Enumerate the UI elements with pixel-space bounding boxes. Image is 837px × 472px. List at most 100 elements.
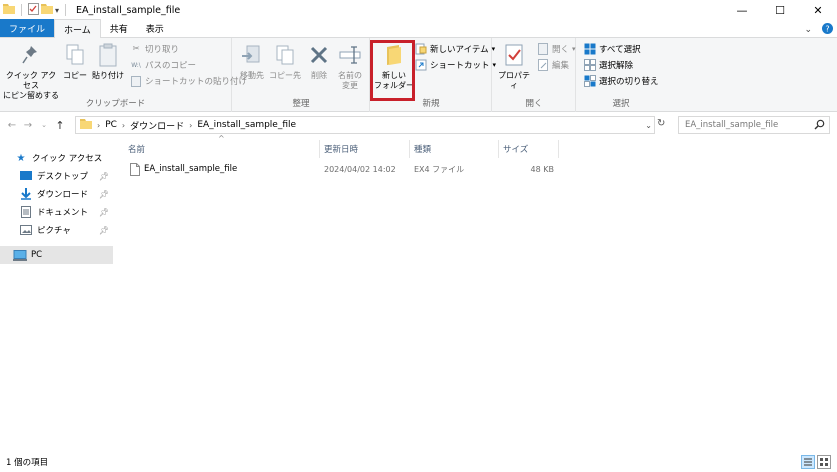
- invert-selection-button[interactable]: 選択の切り替え: [584, 74, 659, 88]
- select-none-label: 選択解除: [599, 61, 634, 71]
- pin-icon[interactable]: 📌︎: [99, 172, 109, 181]
- folder-icon: [80, 118, 92, 132]
- column-header-name[interactable]: 名前: [114, 140, 320, 158]
- new-item-label: 新しいアイテム: [430, 45, 489, 55]
- nav-pc-label: PC: [31, 250, 43, 260]
- refresh-icon[interactable]: ↻: [657, 118, 665, 129]
- select-none-button[interactable]: 選択解除: [584, 58, 633, 72]
- column-header-date[interactable]: 更新日時: [320, 140, 410, 158]
- column-type-label: 種類: [414, 145, 432, 155]
- recent-dropdown-icon[interactable]: ⌄: [36, 121, 52, 129]
- pin-icon[interactable]: 📌︎: [99, 226, 109, 235]
- properties-label: プロパティ: [498, 71, 530, 90]
- download-icon: [19, 188, 33, 200]
- large-icons-view-icon[interactable]: [817, 455, 831, 469]
- rename-button[interactable]: 名前の 変更: [335, 42, 365, 91]
- up-arrow-icon[interactable]: ↑: [52, 119, 68, 132]
- address-row: ← → ⌄ ↑ › PC › ダウンロード › EA_install_sampl…: [0, 114, 837, 136]
- file-type: EX4 ファイル: [414, 164, 465, 174]
- select-none-icon: [584, 59, 596, 71]
- close-button[interactable]: ✕: [799, 0, 837, 20]
- invert-selection-icon: [584, 75, 596, 87]
- nav-downloads[interactable]: ダウンロード 📌︎: [0, 185, 113, 203]
- nav-desktop-label: デスクトップ: [37, 172, 89, 182]
- svg-text:?: ?: [825, 25, 829, 34]
- shortcut-icon: [415, 59, 427, 71]
- table-row[interactable]: EA_install_sample_file 2024/04/02 14:02 …: [126, 160, 556, 178]
- address-dropdown-icon[interactable]: ⌄: [645, 121, 652, 130]
- search-input[interactable]: EA_install_sample_file: [678, 116, 830, 134]
- delete-icon: [306, 42, 332, 68]
- open-group: プロパティ 開く ▾ 編集 開く: [493, 38, 576, 112]
- chevron-right-icon[interactable]: ›: [122, 121, 125, 130]
- pin-icon[interactable]: 📌︎: [99, 190, 109, 199]
- paste-button[interactable]: 貼り付け: [92, 42, 124, 81]
- cut-label: 切り取り: [145, 45, 180, 55]
- picture-icon: [19, 224, 33, 236]
- breadcrumb-downloads[interactable]: ダウンロード: [130, 119, 184, 132]
- invert-selection-label: 選択の切り替え: [599, 77, 659, 87]
- clipboard-group: クイック アクセス にピン留めする コピー 貼り付け ✂ 切り取り W:\ パス…: [0, 38, 247, 112]
- nav-pictures[interactable]: ピクチャ 📌︎: [0, 221, 113, 239]
- rename-label-line2: 変更: [342, 81, 358, 90]
- paste-shortcut-button[interactable]: ショートカットの貼り付け: [130, 74, 247, 88]
- tab-view[interactable]: 表示: [137, 19, 173, 37]
- nav-quick-access[interactable]: ★ クイック アクセス: [0, 149, 113, 167]
- organize-group-label: 整理: [292, 99, 310, 109]
- open-button[interactable]: 開く ▾: [537, 42, 576, 56]
- ribbon: クイック アクセス にピン留めする コピー 貼り付け ✂ 切り取り W:\ パス…: [0, 38, 837, 112]
- minimize-button[interactable]: —: [723, 0, 761, 20]
- edit-icon: [537, 59, 549, 71]
- copy-to-button[interactable]: コピー先: [269, 42, 301, 81]
- chevron-right-icon[interactable]: ›: [97, 121, 100, 130]
- customize-dropdown-icon[interactable]: ▾: [55, 6, 59, 15]
- maximize-button[interactable]: ☐: [761, 0, 799, 20]
- tab-file[interactable]: ファイル: [0, 19, 55, 37]
- select-all-button[interactable]: すべて選択: [584, 42, 641, 56]
- column-date-label: 更新日時: [324, 145, 359, 155]
- address-bar[interactable]: › PC › ダウンロード › EA_install_sample_file ⌄: [75, 116, 655, 134]
- pin-quick-access-button[interactable]: クイック アクセス にピン留めする: [2, 42, 60, 101]
- move-to-icon: [239, 42, 265, 68]
- cut-button[interactable]: ✂ 切り取り: [130, 42, 179, 56]
- breadcrumb-pc[interactable]: PC: [105, 120, 117, 130]
- open-icon: [537, 43, 549, 55]
- tab-home[interactable]: ホーム: [54, 19, 101, 38]
- nav-documents[interactable]: ドキュメント 📌︎: [0, 203, 113, 221]
- column-size-label: サイズ: [503, 145, 529, 155]
- edit-label: 編集: [552, 61, 570, 71]
- copy-button[interactable]: コピー: [62, 42, 88, 81]
- column-header-type[interactable]: 種類: [410, 140, 499, 158]
- select-all-label: すべて選択: [599, 45, 641, 55]
- pin-icon[interactable]: 📌︎: [99, 208, 109, 217]
- window-title: EA_install_sample_file: [76, 4, 181, 16]
- copy-label: コピー: [63, 71, 87, 80]
- edit-button[interactable]: 編集: [537, 58, 569, 72]
- move-to-button[interactable]: 移動先: [235, 42, 269, 81]
- copy-path-button[interactable]: W:\ パスのコピー: [130, 58, 196, 72]
- window-controls: — ☐ ✕: [723, 0, 837, 20]
- select-group-label: 選択: [612, 99, 630, 109]
- copy-path-label: パスのコピー: [145, 61, 197, 71]
- copy-icon: [62, 42, 88, 68]
- chevron-down-icon[interactable]: ⌄: [804, 25, 812, 35]
- back-arrow-icon[interactable]: ←: [4, 120, 20, 131]
- help-icon[interactable]: ?: [822, 23, 833, 37]
- easy-access-button[interactable]: ショートカット ▾: [415, 58, 496, 72]
- file-name: EA_install_sample_file: [144, 164, 238, 174]
- chevron-right-icon[interactable]: ›: [189, 121, 192, 130]
- tab-share[interactable]: 共有: [101, 19, 137, 37]
- delete-button[interactable]: 削除: [305, 42, 333, 81]
- quick-access-toolbar: ▾: [0, 2, 70, 18]
- select-group: すべて選択 選択解除 選択の切り替え 選択: [577, 38, 665, 112]
- column-header-size[interactable]: サイズ: [499, 140, 559, 158]
- new-item-button[interactable]: 新しいアイテム ▾: [415, 42, 495, 56]
- details-view-icon[interactable]: [801, 455, 815, 469]
- nav-pc[interactable]: PC: [0, 246, 113, 264]
- forward-arrow-icon[interactable]: →: [20, 120, 36, 131]
- nav-desktop[interactable]: デスクトップ 📌︎: [0, 167, 113, 185]
- new-folder-quick-icon[interactable]: [41, 3, 53, 17]
- properties-button[interactable]: プロパティ: [496, 42, 532, 91]
- properties-quick-icon[interactable]: [28, 2, 39, 18]
- breadcrumb-current[interactable]: EA_install_sample_file: [197, 120, 296, 130]
